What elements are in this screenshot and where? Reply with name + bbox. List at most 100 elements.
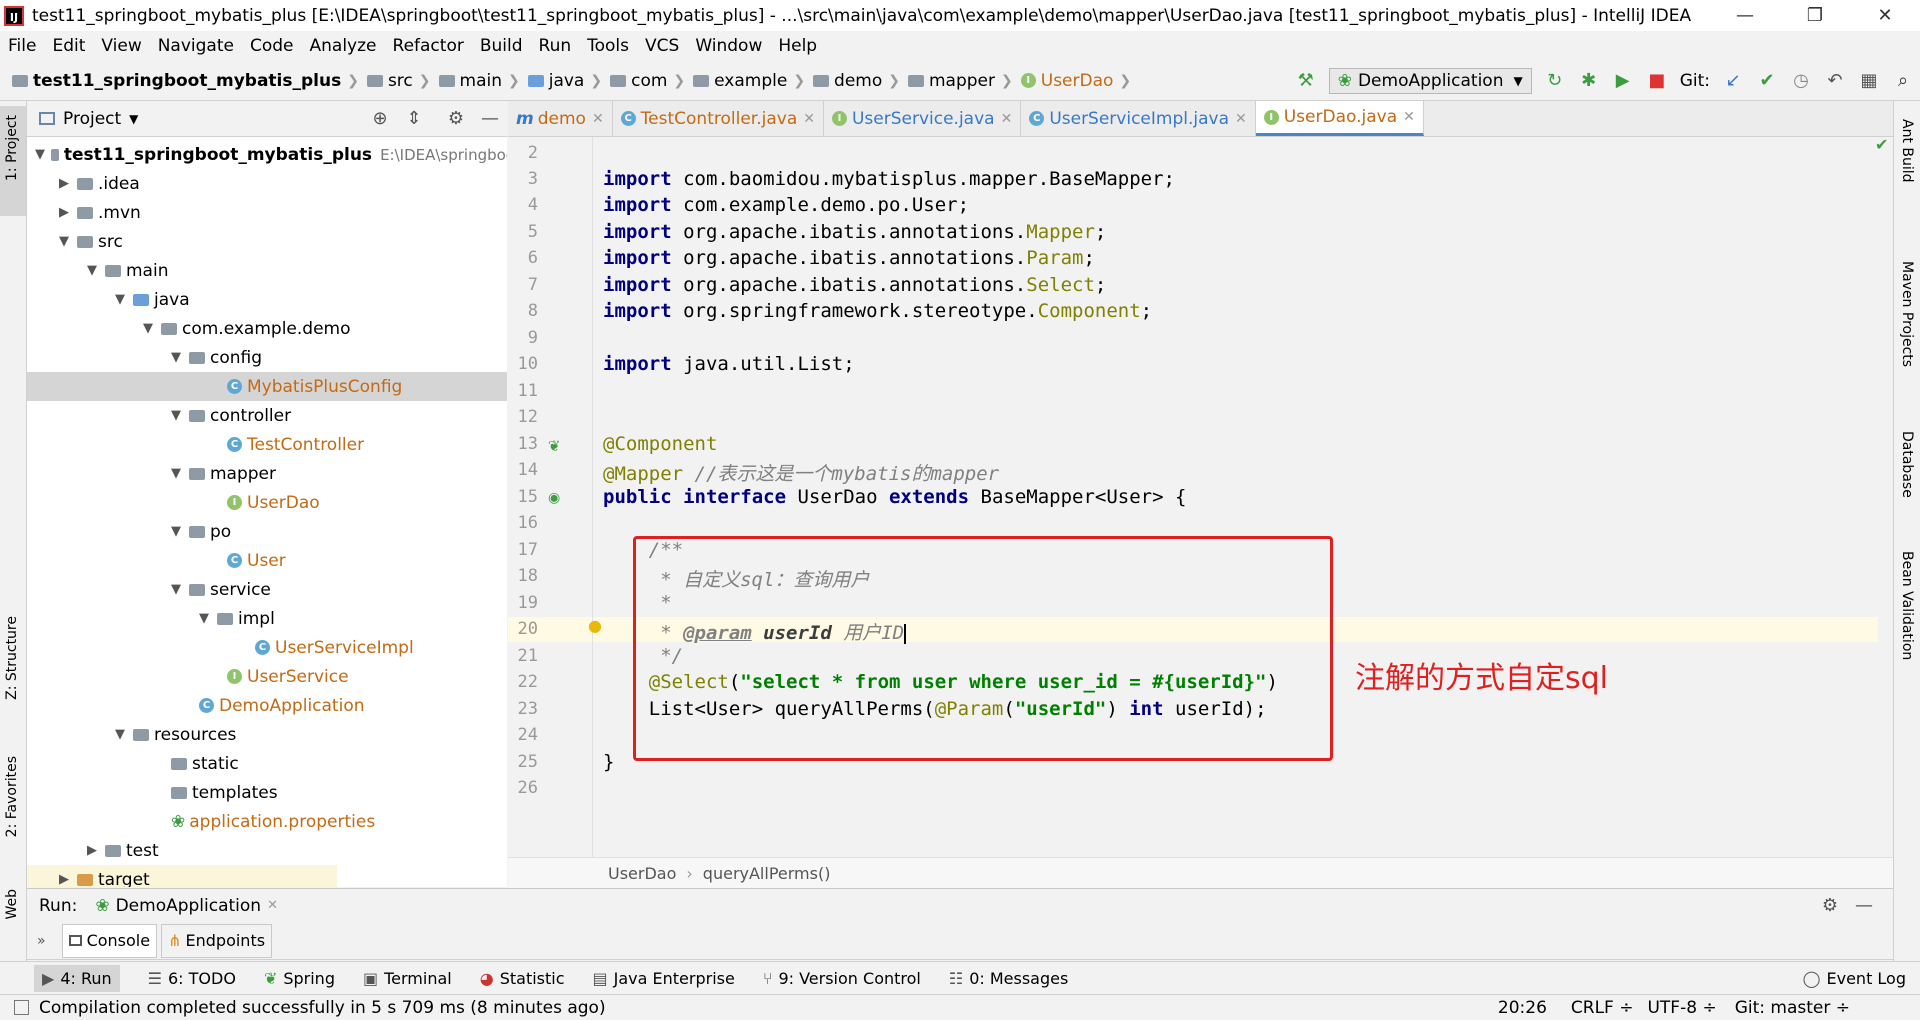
tree-item-config[interactable]: ▼ config xyxy=(27,343,507,372)
stop-icon[interactable]: ■ xyxy=(1644,68,1670,94)
run-config-dropdown[interactable]: ❀ DemoApplication ▼ xyxy=(1328,67,1532,94)
menu-file[interactable]: File xyxy=(8,36,36,56)
chevron-down-icon[interactable]: ▼ xyxy=(113,727,127,742)
chevron-down-icon[interactable]: ▼ xyxy=(35,147,45,162)
version-control-tool-button[interactable]: ⑂ 9: Version Control xyxy=(763,969,921,988)
tree-item-test[interactable]: ▶ test xyxy=(27,836,507,865)
chevron-down-icon[interactable]: ▼ xyxy=(85,263,99,278)
close-tab-icon[interactable]: ✕ xyxy=(1235,111,1247,127)
git-update-icon[interactable]: ↙ xyxy=(1720,68,1746,94)
hide-panel-icon[interactable]: — xyxy=(1851,893,1877,919)
chevron-down-icon[interactable]: ▼ xyxy=(57,234,71,249)
minimize-button[interactable]: — xyxy=(1710,0,1780,31)
chevron-down-icon[interactable]: ▼ xyxy=(129,112,138,126)
statistic-tool-button[interactable]: ◕ Statistic xyxy=(480,969,565,988)
ant-build-stripe-label[interactable]: Ant Build xyxy=(1899,119,1915,183)
tree-item-testcontroller[interactable]: C TestController xyxy=(27,430,507,459)
project-structure-icon[interactable]: ▦ xyxy=(1856,68,1882,94)
chevron-right-icon[interactable]: ▶ xyxy=(57,176,71,191)
tree-item-main[interactable]: ▼ main xyxy=(27,256,507,285)
spring-bean-icon[interactable]: ❦ xyxy=(548,437,561,455)
tree-item-po[interactable]: ▼ po xyxy=(27,517,507,546)
tree-item-package[interactable]: ▼ com.example.demo xyxy=(27,314,507,343)
breadcrumb-project[interactable]: test11_springboot_mybatis_plus ❯ xyxy=(12,71,361,91)
chevron-down-icon[interactable]: ▼ xyxy=(169,582,183,597)
messages-tool-button[interactable]: ☷ 0: Messages xyxy=(949,969,1068,988)
close-tab-icon[interactable]: ✕ xyxy=(1403,109,1415,125)
menu-tools[interactable]: Tools xyxy=(587,36,629,56)
chevron-right-icon[interactable]: ▶ xyxy=(57,872,71,887)
tab-userdao[interactable]: I UserDao.java ✕ xyxy=(1255,101,1424,136)
menu-run[interactable]: Run xyxy=(539,36,572,56)
menu-edit[interactable]: Edit xyxy=(52,36,85,56)
implemented-icon[interactable]: ◉ xyxy=(548,490,560,506)
breadcrumb-java[interactable]: java ❯ xyxy=(527,71,604,91)
chevron-down-icon[interactable]: ▼ xyxy=(141,321,155,336)
git-history-icon[interactable]: ◷ xyxy=(1788,68,1814,94)
spring-tool-button[interactable]: ❦ Spring xyxy=(264,969,335,988)
java-enterprise-tool-button[interactable]: ▤ Java Enterprise xyxy=(593,969,735,988)
status-message[interactable]: Compilation completed successfully in 5 … xyxy=(39,998,606,1018)
git-revert-icon[interactable]: ↶ xyxy=(1822,68,1848,94)
tab-userservice[interactable]: I UserService.java ✕ xyxy=(824,101,1022,136)
menu-analyze[interactable]: Analyze xyxy=(310,36,377,56)
breadcrumb-main[interactable]: main ❯ xyxy=(438,71,522,91)
tree-item-mvn[interactable]: ▶ .mvn xyxy=(27,198,507,227)
close-tab-icon[interactable]: ✕ xyxy=(267,898,278,913)
web-stripe-label[interactable]: Web xyxy=(4,889,20,920)
tab-userserviceimpl[interactable]: C UserServiceImpl.java ✕ xyxy=(1021,101,1256,136)
maven-stripe-label[interactable]: Maven Projects xyxy=(1899,261,1915,367)
menu-window[interactable]: Window xyxy=(695,36,762,56)
breadcrumb-mapper[interactable]: mapper ❯ xyxy=(908,71,1015,91)
breadcrumb-com[interactable]: com ❯ xyxy=(610,71,687,91)
close-tab-icon[interactable]: ✕ xyxy=(592,111,604,127)
tab-testcontroller[interactable]: C TestController.java ✕ xyxy=(613,101,824,136)
menu-navigate[interactable]: Navigate xyxy=(158,36,234,56)
endpoints-tab[interactable]: ⋔ Endpoints xyxy=(161,923,273,958)
collapse-all-icon[interactable]: ⇕ xyxy=(401,106,427,132)
git-branch[interactable]: Git: master ÷ xyxy=(1735,998,1850,1018)
console-tab[interactable]: Console xyxy=(61,923,158,958)
tree-item-mapper[interactable]: ▼ mapper xyxy=(27,459,507,488)
chevron-down-icon[interactable]: ▼ xyxy=(113,292,127,307)
maximize-button[interactable]: ❐ xyxy=(1780,0,1850,31)
editor-crumb-method[interactable]: queryAllPerms() xyxy=(703,864,831,883)
tree-item-impl[interactable]: ▼ impl xyxy=(27,604,507,633)
tab-demo[interactable]: m demo ✕ xyxy=(508,101,613,136)
file-encoding[interactable]: UTF-8 ÷ xyxy=(1647,998,1716,1018)
project-stripe-label[interactable]: 1: Project xyxy=(4,115,20,181)
line-separator[interactable]: CRLF ÷ xyxy=(1571,998,1634,1018)
hide-panel-icon[interactable]: — xyxy=(477,106,503,132)
tree-item-mybatisplusconfig[interactable]: C MybatisPlusConfig xyxy=(27,372,507,401)
editor-crumb-class[interactable]: UserDao xyxy=(608,864,676,883)
tree-item-templates[interactable]: templates xyxy=(27,778,507,807)
menu-help[interactable]: Help xyxy=(778,36,817,56)
run-config-tab[interactable]: ❀ DemoApplication ✕ xyxy=(95,896,278,916)
debug-bug-icon[interactable]: ✱ xyxy=(1576,68,1602,94)
tree-item-userservice[interactable]: I UserService xyxy=(27,662,507,691)
search-icon[interactable]: ⌕ xyxy=(1890,68,1916,94)
menu-view[interactable]: View xyxy=(101,36,141,56)
tree-item-demoapplication[interactable]: C DemoApplication xyxy=(27,691,507,720)
menu-code[interactable]: Code xyxy=(250,36,294,56)
menu-build[interactable]: Build xyxy=(480,36,523,56)
event-log-tool-button[interactable]: ◯ Event Log xyxy=(1803,969,1906,988)
database-stripe-label[interactable]: Database xyxy=(1899,431,1915,498)
menu-refactor[interactable]: Refactor xyxy=(393,36,464,56)
locate-target-icon[interactable]: ⊕ xyxy=(367,106,393,132)
more-chevron-icon[interactable]: » xyxy=(37,933,46,949)
close-tab-icon[interactable]: ✕ xyxy=(1001,111,1013,127)
menu-vcs[interactable]: VCS xyxy=(645,36,679,56)
breadcrumb-src[interactable]: src ❯ xyxy=(366,71,433,91)
chevron-down-icon[interactable]: ▼ xyxy=(169,350,183,365)
chevron-right-icon[interactable]: ▶ xyxy=(85,843,99,858)
tree-item-src[interactable]: ▼ src xyxy=(27,227,507,256)
tree-item-root[interactable]: ▼ test11_springboot_mybatis_plus E:\IDEA\… xyxy=(27,140,507,169)
chevron-down-icon[interactable]: ▼ xyxy=(169,408,183,423)
tree-item-service[interactable]: ▼ service xyxy=(27,575,507,604)
caret-position[interactable]: 20:26 xyxy=(1498,998,1547,1018)
chevron-down-icon[interactable]: ▼ xyxy=(169,524,183,539)
tree-item-userserviceimpl[interactable]: C UserServiceImpl xyxy=(27,633,507,662)
chevron-down-icon[interactable]: ▼ xyxy=(169,466,183,481)
tree-item-resources[interactable]: ▼ resources xyxy=(27,720,507,749)
